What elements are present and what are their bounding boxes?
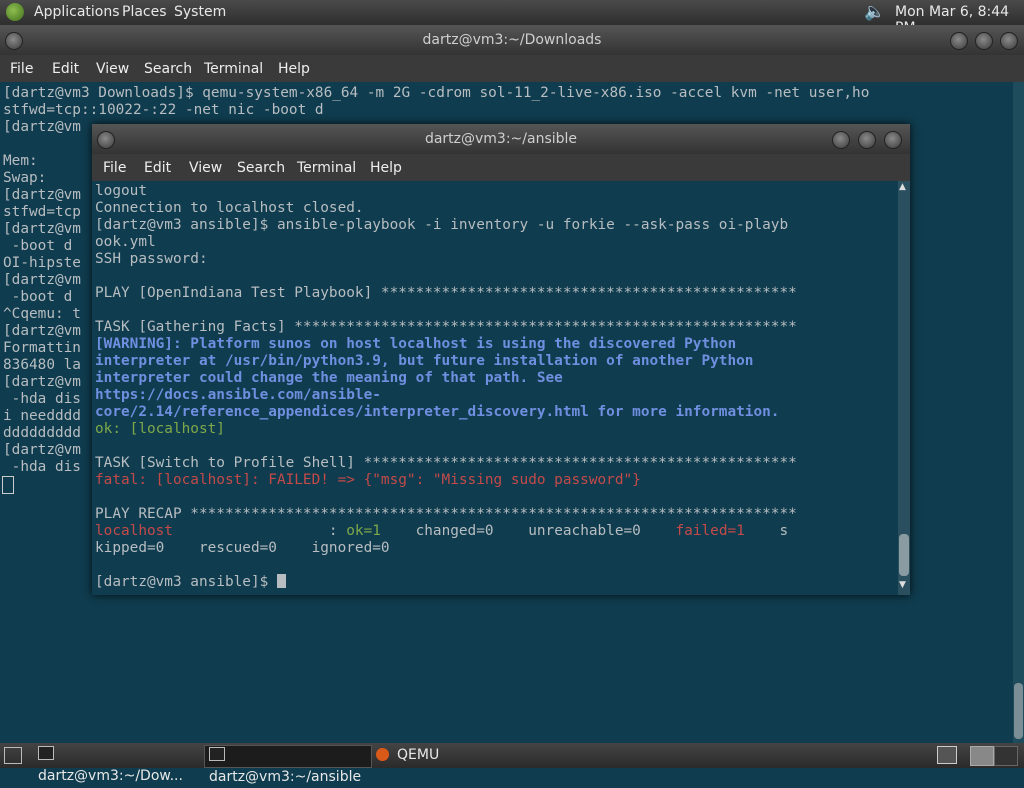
terminal-cursor: [2, 476, 14, 494]
taskbar-item-downloads[interactable]: dartz@vm3:~/Dow...: [38, 745, 198, 784]
menu-edit[interactable]: Edit: [52, 61, 79, 77]
shell-prompt: [dartz@vm3 ansible]$: [95, 574, 277, 590]
warning-link-line[interactable]: core/2.14/reference_appendices/interpret…: [95, 404, 797, 421]
gnome-menu-icon[interactable]: [6, 3, 24, 21]
output-line: TASK [Switch to Profile Shell] *********…: [95, 455, 797, 471]
window-titlebar[interactable]: dartz@vm3:~/Downloads: [0, 25, 1024, 55]
window-list-icon[interactable]: [937, 746, 957, 764]
output-line: TASK [Gathering Facts] *****************…: [95, 319, 797, 335]
warning-line: [WARNING]: Platform sunos on host localh…: [95, 336, 737, 352]
scroll-up-icon[interactable]: ▲: [899, 182, 906, 192]
menu-edit[interactable]: Edit: [144, 160, 171, 176]
prompt-line[interactable]: [dartz@vm3 ansible]$: [95, 574, 797, 591]
output-line: ​: [95, 557, 797, 574]
qemu-icon: [376, 748, 389, 761]
output-line: logout: [95, 183, 147, 199]
menu-file[interactable]: File: [103, 160, 126, 176]
recap-host: localhost: [95, 523, 173, 539]
terminal-menubar: File Edit View Search Terminal Help: [92, 154, 910, 181]
recap-sep: :: [172, 523, 347, 539]
menu-search[interactable]: Search: [144, 61, 192, 77]
show-desktop-icon[interactable]: [4, 747, 22, 764]
taskbar-item-qemu[interactable]: QEMU: [376, 745, 536, 766]
scrollbar-thumb[interactable]: [1014, 683, 1023, 739]
menu-help[interactable]: Help: [370, 160, 402, 176]
output-line: stfwd=tcp::10022-:22 -net nic -boot d: [3, 102, 324, 118]
window-title: dartz@vm3:~/Downloads: [422, 32, 602, 48]
terminal-menubar: File Edit View Search Terminal Help: [0, 55, 1024, 82]
maximize-icon[interactable]: [858, 131, 876, 149]
menu-terminal[interactable]: Terminal: [204, 61, 263, 77]
minimize-icon[interactable]: [832, 131, 850, 149]
output-line: kipped=0 rescued=0 ignored=0: [95, 540, 390, 556]
close-icon[interactable]: [1000, 32, 1018, 50]
close-icon[interactable]: [884, 131, 902, 149]
window-titlebar[interactable]: dartz@vm3:~/ansible: [92, 124, 910, 154]
window-menu-icon[interactable]: [5, 32, 23, 50]
recap-mid: changed=0 unreachable=0: [380, 523, 676, 539]
output-line: PLAY RECAP *****************************…: [95, 506, 797, 522]
menu-view[interactable]: View: [189, 160, 222, 176]
recap-end: s: [744, 523, 789, 539]
taskbar-item-label: QEMU: [397, 747, 440, 763]
recap-line: localhost : ok=1 changed=0 unreachable=0…: [95, 523, 797, 540]
workspace-2[interactable]: [994, 746, 1018, 766]
terminal-viewport[interactable]: logout Connection to localhost closed. [da…: [92, 181, 898, 595]
top-panel: Applications Places System 🔈 Mon Mar 6, …: [0, 0, 1024, 36]
menu-view[interactable]: View: [96, 61, 129, 77]
menu-search[interactable]: Search: [237, 160, 285, 176]
terminal-cursor: [276, 574, 286, 588]
menu-help[interactable]: Help: [278, 61, 310, 77]
menu-file[interactable]: File: [10, 61, 33, 77]
output-line: ook.yml: [95, 234, 156, 250]
recap-ok: ok=1: [346, 523, 381, 539]
terminal-icon: [38, 746, 54, 760]
output-line: ​: [95, 438, 797, 455]
warning-line: interpreter at /usr/bin/python3.9, but f…: [95, 353, 754, 369]
output-line: [dartz@vm3 ansible]$ ansible-playbook -i…: [95, 217, 789, 233]
warning-line: interpreter could change the meaning of …: [95, 370, 563, 386]
bottom-taskbar: dartz@vm3:~/Dow... dartz@vm3:~/ansible Q…: [0, 743, 1024, 785]
output-line: SSH password:: [95, 251, 208, 267]
window-title: dartz@vm3:~/ansible: [424, 131, 578, 147]
warning-link-line[interactable]: https://docs.ansible.com/ansible-: [95, 387, 797, 404]
output-line: ​: [95, 489, 797, 506]
applications-menu[interactable]: Applications: [34, 4, 120, 20]
output-line: Connection to localhost closed.: [95, 200, 364, 216]
output-line: [dartz@vm3 Downloads]$ qemu-system-x86_6…: [3, 85, 870, 101]
ok-line: ok: [localhost]: [95, 421, 225, 437]
maximize-icon[interactable]: [975, 32, 993, 50]
scrollbar[interactable]: [1013, 82, 1024, 743]
menu-terminal[interactable]: Terminal: [297, 160, 356, 176]
ansible-terminal-window[interactable]: dartz@vm3:~/ansible File Edit View Searc…: [92, 124, 910, 595]
places-menu[interactable]: Places: [122, 4, 167, 20]
minimize-icon[interactable]: [950, 32, 968, 50]
taskbar-item-label: dartz@vm3:~/Dow...: [38, 768, 183, 784]
terminal-icon: [209, 747, 225, 761]
volume-icon[interactable]: 🔈: [864, 2, 885, 22]
scroll-down-icon[interactable]: ▼: [899, 580, 906, 590]
output-line: PLAY [OpenIndiana Test Playbook] *******…: [95, 285, 797, 301]
workspace-1[interactable]: [970, 746, 994, 766]
output-line: ​: [95, 302, 797, 319]
window-menu-icon[interactable]: [97, 131, 115, 149]
fatal-line: fatal: [localhost]: FAILED! => {"msg": "…: [95, 472, 641, 488]
taskbar-item-ansible[interactable]: dartz@vm3:~/ansible: [204, 745, 372, 785]
scrollbar[interactable]: [898, 181, 910, 595]
scrollbar-thumb[interactable]: [899, 534, 909, 576]
system-menu[interactable]: System: [174, 4, 226, 20]
recap-failed: failed=1: [675, 523, 745, 539]
terminal-output[interactable]: logout Connection to localhost closed. [da…: [95, 183, 797, 591]
output-line: ​: [95, 268, 797, 285]
taskbar-item-label: dartz@vm3:~/ansible: [209, 769, 362, 785]
